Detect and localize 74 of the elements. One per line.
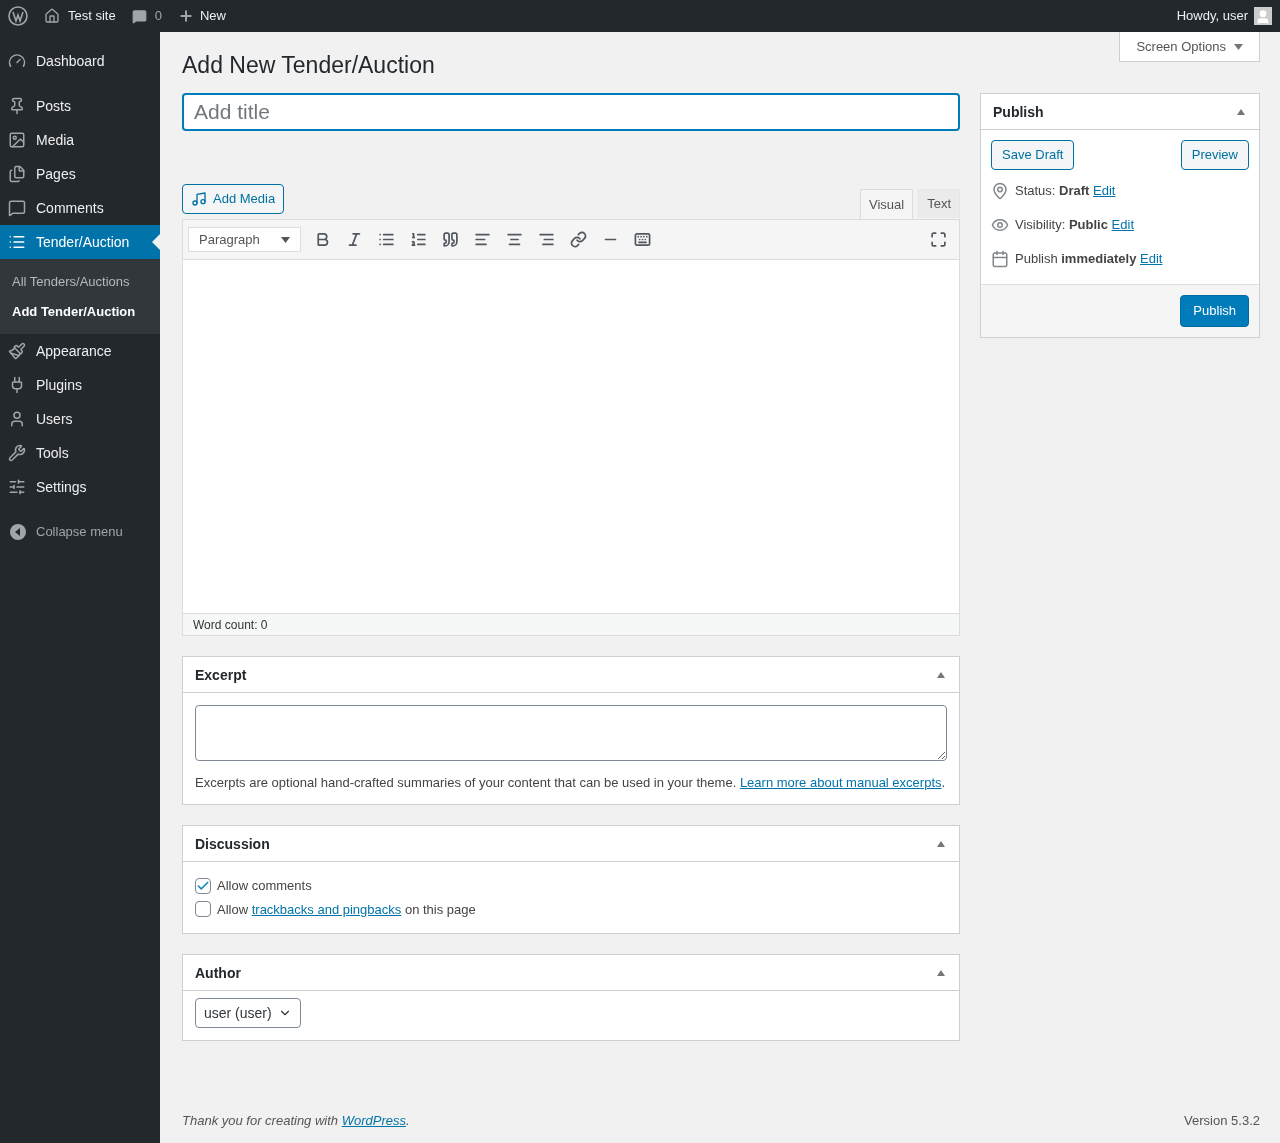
logo-icon[interactable]: [8, 6, 28, 26]
sidebar-item[interactable]: Appearance: [0, 334, 160, 368]
wordpress-link[interactable]: WordPress: [341, 1112, 406, 1128]
editor-tab[interactable]: Visual: [859, 189, 914, 219]
settings-link[interactable]: trackbacks and pingbacks: [251, 901, 402, 917]
pointer-icon: [152, 234, 160, 250]
caret-icon: [281, 236, 290, 243]
sidebar-item[interactable]: Settings: [0, 470, 160, 504]
gauge-icon: [8, 52, 26, 70]
edit-link[interactable]: Edit: [1140, 251, 1163, 267]
footer-text: Thank you for creating with WordPress.: [182, 1111, 410, 1130]
box-title: Author: [195, 963, 241, 983]
submenu-item[interactable]: Add Tender/Auction: [0, 296, 160, 326]
submenu-item[interactable]: All Tenders/Auctions: [0, 267, 160, 297]
edit-link[interactable]: Edit: [1111, 217, 1134, 233]
new-link[interactable]: New: [177, 6, 226, 26]
excerpt-input-field[interactable]: [195, 705, 947, 761]
publish-setting: Visibility: Public Edit: [1015, 216, 1134, 235]
save-draft-button[interactable]: Save Draft: [991, 140, 1075, 170]
edit-link[interactable]: Edit: [1093, 183, 1116, 199]
home-icon: [44, 8, 60, 24]
speech-bubble-icon: [131, 8, 147, 24]
pin-icon: [991, 182, 1009, 200]
sidebar-item[interactable]: Comments: [0, 191, 160, 225]
author-select[interactable]: user (user): [195, 998, 301, 1028]
format-dropdown[interactable]: Paragraph: [188, 227, 301, 252]
box-title: Excerpt: [195, 665, 247, 685]
wrench-icon: [8, 444, 26, 462]
eye-icon: [991, 216, 1009, 234]
preview-button[interactable]: Preview: [1180, 140, 1249, 170]
checkbox-label: Allow trackbacks and pingbacks on this page: [217, 900, 476, 919]
brush-icon: [8, 342, 26, 360]
help-link[interactable]: Learn more about manual excerpts: [739, 775, 942, 790]
checkbox[interactable]: [195, 901, 211, 918]
screen-options-button[interactable]: Screen Options: [1119, 32, 1260, 62]
sidebar-item[interactable]: Pages: [0, 157, 160, 191]
publish-setting: Status: Draft Edit: [1015, 182, 1116, 201]
sliders-icon: [8, 478, 26, 496]
checkbox[interactable]: [195, 877, 211, 894]
help-text: Excerpts are optional hand-crafted summaries of your content that can be used in your theme. Learn more about manual excerpts.: [195, 774, 947, 792]
plus-icon: [177, 8, 194, 24]
checkbox-label: Allow comments: [217, 877, 312, 895]
version-text: Version 5.3.2: [1184, 1111, 1260, 1130]
box-title: Discussion: [195, 834, 270, 854]
sidebar-item[interactable]: Media: [0, 123, 160, 157]
sidebar-item[interactable]: Posts: [0, 89, 160, 123]
sidebar-item[interactable]: Dashboard: [0, 44, 160, 78]
image-icon: [8, 131, 26, 149]
publish-setting: Publish immediately Edit: [1015, 250, 1163, 269]
media-icon: [191, 191, 207, 207]
collapse-menu-button[interactable]: Collapse menu: [0, 515, 160, 549]
publish-button[interactable]: Publish: [1180, 295, 1249, 327]
sidebar-item[interactable]: Tender/Auction: [0, 225, 160, 259]
site-link[interactable]: Test site: [44, 6, 116, 26]
box-title: Publish: [993, 102, 1044, 122]
sidebar-item[interactable]: Users: [0, 402, 160, 436]
editor-tab[interactable]: Text: [918, 189, 960, 218]
sidebar-item[interactable]: Tools: [0, 436, 160, 470]
collapse-icon: [10, 524, 26, 540]
caret-icon: [1234, 43, 1243, 50]
list-icon: [8, 233, 26, 251]
pages-icon: [8, 165, 26, 183]
word-count: Word count: 0: [193, 616, 268, 633]
add-media-button[interactable]: Add Media: [182, 184, 285, 214]
speech-bubble-icon: [8, 199, 26, 217]
sidebar-item[interactable]: Plugins: [0, 368, 160, 402]
calendar-icon: [991, 250, 1009, 268]
account-link[interactable]: Howdy, user: [1176, 6, 1272, 26]
pin-icon: [8, 97, 26, 115]
page-title: Add New Tender/Auction: [182, 51, 436, 80]
avatar-icon: [1254, 7, 1272, 25]
comments-link[interactable]: 0: [131, 6, 162, 26]
title-input-field[interactable]: Add title: [182, 93, 960, 131]
person-icon: [8, 410, 26, 428]
